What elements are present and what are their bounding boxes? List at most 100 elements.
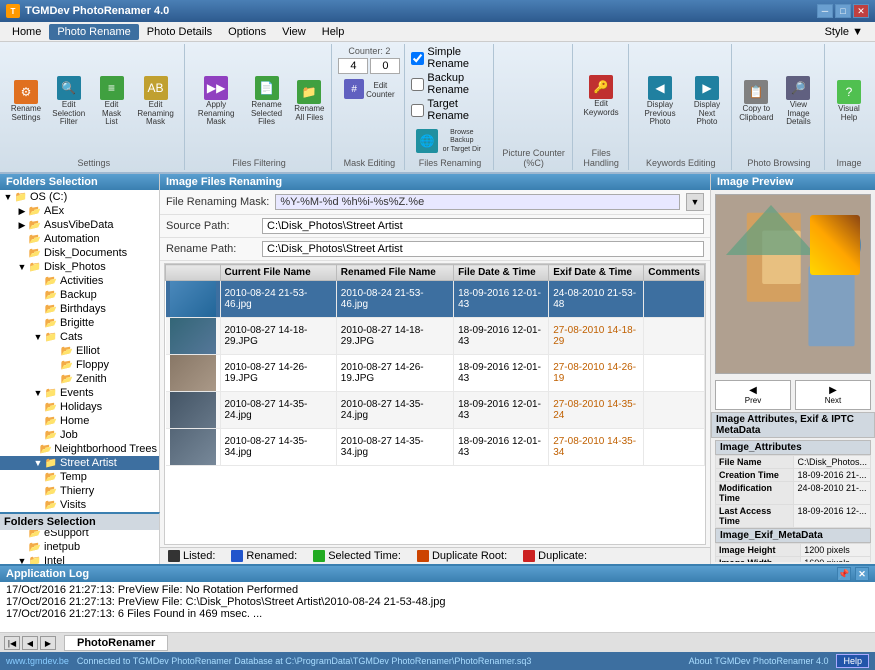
metadata-header: Image Attributes, Exif & IPTC MetaData bbox=[711, 412, 875, 438]
website-link[interactable]: www.tgmdev.be bbox=[6, 656, 69, 666]
help-button[interactable]: Help bbox=[836, 654, 869, 668]
rename-settings-button[interactable]: ⚙ RenameSettings bbox=[8, 46, 44, 157]
tree-item-cats[interactable]: ▼ 📁 Cats bbox=[0, 330, 159, 344]
current-filename: 2010-08-27 14-35-34.jpg bbox=[220, 429, 336, 466]
log-nav-prev[interactable]: ◀ bbox=[22, 636, 38, 650]
simple-rename-checkbox[interactable] bbox=[411, 52, 424, 65]
tree-item-neighborhood[interactable]: 📂 Neightborhood Trees bbox=[0, 442, 159, 456]
menu-view[interactable]: View bbox=[274, 24, 314, 40]
tree-item-backup[interactable]: 📂 Backup bbox=[0, 288, 159, 302]
tree-item-home[interactable]: 📂 Home bbox=[0, 414, 159, 428]
file-table-container[interactable]: Current File Name Renamed File Name File… bbox=[164, 263, 706, 545]
table-row[interactable]: 2010-08-27 14-35-24.jpg 2010-08-27 14-35… bbox=[166, 392, 705, 429]
target-rename-checkbox[interactable] bbox=[411, 104, 424, 117]
meta-key: Image Height bbox=[716, 544, 801, 557]
table-row[interactable]: 2010-08-24 21-53-46.jpg 2010-08-24 21-53… bbox=[166, 281, 705, 318]
tree-item-inetpub[interactable]: 📂 inetpub bbox=[0, 540, 159, 554]
display-next-button[interactable]: ▶ DisplayNext Photo bbox=[687, 46, 727, 157]
metadata-container[interactable]: Image_Attributes File Name C:\Disk_Photo… bbox=[715, 440, 871, 562]
exif-metadata-section: Image_Exif_MetaData bbox=[715, 528, 871, 543]
log-pin-button[interactable]: 📌 bbox=[837, 567, 851, 581]
col-thumb bbox=[166, 265, 221, 281]
col-exif-date[interactable]: Exif Date & Time bbox=[549, 265, 644, 281]
apply-renaming-button[interactable]: ▶▶ ApplyRenaming Mask bbox=[191, 46, 242, 157]
metadata-row: Image Width 1600 pixels bbox=[716, 557, 871, 563]
table-row[interactable]: 2010-08-27 14-26-19.JPG 2010-08-27 14-26… bbox=[166, 355, 705, 392]
tree-item-birthdays[interactable]: 📂 Birthdays bbox=[0, 302, 159, 316]
tree-item-activities[interactable]: 📂 Activities bbox=[0, 274, 159, 288]
menu-help[interactable]: Help bbox=[314, 24, 353, 40]
menu-home[interactable]: Home bbox=[4, 24, 49, 40]
style-menu[interactable]: Style ▼ bbox=[817, 24, 871, 40]
rename-selected-button[interactable]: 📄 RenameSelected Files bbox=[244, 46, 290, 157]
tree-item-thierry[interactable]: 📂 Thierry bbox=[0, 484, 159, 498]
log-nav-next[interactable]: ▶ bbox=[40, 636, 56, 650]
edit-keywords-button[interactable]: 🔑 EditKeywords bbox=[579, 46, 624, 147]
mask-dropdown-button[interactable]: ▼ bbox=[686, 193, 704, 211]
table-row[interactable]: 2010-08-27 14-18-29.JPG 2010-08-27 14-18… bbox=[166, 318, 705, 355]
tree-item-visits[interactable]: 📂 Visits bbox=[0, 498, 159, 512]
col-file-date[interactable]: File Date & Time bbox=[454, 265, 549, 281]
folder-icon-open: 📁 bbox=[44, 387, 58, 399]
rename-all-button[interactable]: 📁 RenameAll Files bbox=[291, 46, 327, 157]
tree-item-disk-photos[interactable]: ▼ 📁 Disk_Photos bbox=[0, 260, 159, 274]
tree-item-os[interactable]: ▼ 📁 OS (C:) bbox=[0, 190, 159, 204]
rename-label: Rename Path: bbox=[166, 243, 256, 255]
source-input[interactable] bbox=[262, 218, 704, 234]
tree-item-automation[interactable]: 📂 Automation bbox=[0, 232, 159, 246]
tree-item-street-artist[interactable]: ▼ 📁 Street Artist bbox=[0, 456, 159, 470]
thumb-cell bbox=[166, 429, 221, 466]
menu-options[interactable]: Options bbox=[220, 24, 274, 40]
tree-item-floppy[interactable]: 📂 Floppy bbox=[0, 358, 159, 372]
col-comments[interactable]: Comments bbox=[644, 265, 705, 281]
edit-mask-list-button[interactable]: ≡ EditMask List bbox=[94, 46, 130, 157]
maximize-button[interactable]: □ bbox=[835, 4, 851, 18]
next-photo-button[interactable]: ▶ Next bbox=[795, 380, 871, 410]
col-renamed[interactable]: Renamed File Name bbox=[336, 265, 453, 281]
about-label[interactable]: About TGMDev PhotoRenamer 4.0 bbox=[689, 656, 829, 666]
backup-rename-checkbox[interactable] bbox=[411, 78, 424, 91]
rename-input[interactable] bbox=[262, 241, 704, 257]
tree-item-zenith[interactable]: 📂 Zenith bbox=[0, 372, 159, 386]
tree-item-aex[interactable]: ▶ 📂 AEx bbox=[0, 204, 159, 218]
edit-selection-filter-button[interactable]: 🔍 Edit SelectionFilter bbox=[46, 46, 92, 157]
mask-input[interactable] bbox=[275, 194, 680, 210]
photorename-tab[interactable]: PhotoRenamer bbox=[64, 635, 168, 651]
tree-item-brigitte[interactable]: 📂 Brigitte bbox=[0, 316, 159, 330]
display-prev-icon: ◀ bbox=[648, 76, 672, 100]
close-button[interactable]: ✕ bbox=[853, 4, 869, 18]
mask-label: File Renaming Mask: bbox=[166, 196, 269, 208]
folders-tree[interactable]: ▼ 📁 OS (C:) ▶ 📂 AEx ▶ 📂 AsusVibeData 📂 A… bbox=[0, 190, 159, 564]
log-nav-first[interactable]: |◀ bbox=[4, 636, 20, 650]
tree-item-job[interactable]: 📂 Job bbox=[0, 428, 159, 442]
tree-item-holidays[interactable]: 📂 Holidays bbox=[0, 400, 159, 414]
display-prev-button[interactable]: ◀ DisplayPrevious Photo bbox=[635, 46, 685, 157]
table-row[interactable]: 2010-08-27 14-35-34.jpg 2010-08-27 14-35… bbox=[166, 429, 705, 466]
tree-item-temp[interactable]: 📂 Temp bbox=[0, 470, 159, 484]
view-image-details-button[interactable]: 🔎 View ImageDetails bbox=[777, 46, 820, 157]
prev-photo-button[interactable]: ◀ Prev bbox=[715, 380, 791, 410]
preview-image bbox=[716, 195, 870, 373]
menu-photo-rename[interactable]: Photo Rename bbox=[49, 24, 138, 40]
tree-item-events[interactable]: ▼ 📁 Events bbox=[0, 386, 159, 400]
legend-selected-time: Selected Time: bbox=[313, 550, 401, 562]
exif-date: 27-08-2010 14-18-29 bbox=[549, 318, 644, 355]
log-close-button[interactable]: ✕ bbox=[855, 567, 869, 581]
folder-icon: 📂 bbox=[44, 317, 58, 329]
browse-backup-button[interactable]: 🌐 Browse Backupor Target Dir bbox=[411, 126, 488, 157]
tree-item-disk-documents[interactable]: 📂 Disk_Documents bbox=[0, 246, 159, 260]
edit-renaming-mask-button[interactable]: AB Edit RenamingMask bbox=[132, 46, 180, 157]
menu-photo-details[interactable]: Photo Details bbox=[139, 24, 220, 40]
copy-clipboard-button[interactable]: 📋 Copy toClipboard bbox=[738, 46, 775, 157]
preview-nav: ◀ Prev ▶ Next bbox=[711, 378, 875, 412]
visual-help-button[interactable]: ? VisualHelp bbox=[831, 46, 867, 157]
tree-item-intel[interactable]: ▼ 📁 Intel bbox=[0, 554, 159, 564]
renamed-filename: 2010-08-27 14-18-29.JPG bbox=[336, 318, 453, 355]
minimize-button[interactable]: ─ bbox=[817, 4, 833, 18]
folders-selection-tab[interactable]: Folders Selection bbox=[0, 512, 160, 530]
tree-item-asus[interactable]: ▶ 📂 AsusVibeData bbox=[0, 218, 159, 232]
tree-item-elliot[interactable]: 📂 Elliot bbox=[0, 344, 159, 358]
ribbon-group-photo-browsing: 📋 Copy toClipboard 🔎 View ImageDetails P… bbox=[734, 44, 825, 170]
edit-counter-button[interactable]: # EditCounter bbox=[338, 76, 400, 103]
col-current[interactable]: Current File Name bbox=[220, 265, 336, 281]
